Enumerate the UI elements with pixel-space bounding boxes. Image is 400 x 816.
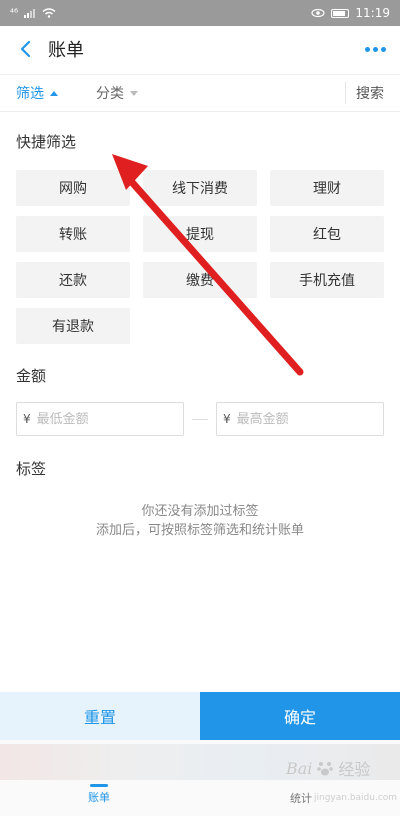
max-amount-field: ¥: [216, 402, 384, 436]
chip-bill-payment[interactable]: 缴费: [143, 262, 257, 298]
reset-button[interactable]: 重置: [0, 692, 200, 740]
chip-online-shopping[interactable]: 网购: [16, 170, 130, 206]
status-right: 11:19: [311, 6, 390, 20]
amount-title: 金额: [16, 367, 47, 385]
tags-empty-line2: 添加后，可按照标签筛选和统计账单: [95, 523, 304, 538]
tab-filter-label: 筛选: [16, 86, 44, 102]
quick-filter-title: 快捷筛选: [16, 133, 77, 151]
status-left: ⁴⁶: [10, 8, 56, 19]
chip-refunded[interactable]: 有退款: [16, 308, 130, 344]
watermark-brand: Bai: [286, 758, 313, 778]
currency-symbol: ¥: [23, 412, 31, 426]
min-amount-input[interactable]: [36, 411, 157, 427]
tab-category-label: 分类: [96, 86, 124, 102]
tab-category[interactable]: 分类: [96, 83, 138, 103]
currency-symbol: ¥: [223, 412, 231, 426]
chip-phone-recharge[interactable]: 手机充值: [270, 262, 384, 298]
watermark-brand-cn: 经验: [338, 760, 371, 779]
status-bar: ⁴⁶ 11:19: [0, 0, 400, 26]
nav-bill-label: 账单: [88, 791, 110, 804]
tags-empty-line1: 你还没有添加过标签: [141, 504, 259, 519]
search-button[interactable]: 搜索: [345, 82, 384, 104]
nav-stats-label: 统计: [290, 792, 312, 805]
caret-up-icon: [50, 90, 58, 96]
chip-red-packet[interactable]: 红包: [270, 216, 384, 252]
min-amount-field: ¥: [16, 402, 184, 436]
eye-icon: [311, 8, 326, 18]
battery-icon: [331, 8, 350, 18]
status-time: 11:19: [355, 6, 390, 20]
max-amount-input[interactable]: [236, 411, 357, 427]
signal-icon: [24, 9, 36, 18]
watermark-url: jingyan.baidu.com: [314, 793, 398, 803]
filter-bar: 筛选 分类 搜索: [0, 74, 400, 112]
signal-label: ⁴⁶: [10, 7, 19, 19]
chip-withdraw[interactable]: 提现: [143, 216, 257, 252]
more-icon[interactable]: [365, 46, 386, 52]
tab-filter[interactable]: 筛选: [16, 83, 58, 103]
paw-icon: [317, 762, 334, 776]
nav-stats[interactable]: 统计: [290, 790, 312, 806]
nav-bill[interactable]: 账单: [88, 784, 110, 805]
page-title: 账单: [48, 40, 84, 61]
app-header: 账单: [0, 26, 400, 72]
range-divider: [192, 418, 208, 420]
caret-down-icon: [130, 90, 138, 96]
wifi-icon: [42, 8, 56, 18]
confirm-button[interactable]: 确定: [200, 692, 400, 740]
chip-repayment[interactable]: 还款: [16, 262, 130, 298]
chip-offline-spending[interactable]: 线下消费: [143, 170, 257, 206]
baidu-watermark: Bai 经验: [286, 756, 370, 780]
chip-finance[interactable]: 理财: [270, 170, 384, 206]
tags-title: 标签: [16, 460, 47, 478]
nav-indicator: [90, 784, 108, 787]
back-icon[interactable]: [14, 38, 36, 60]
quick-filter-chips: 网购 线下消费 理财 转账 提现 红包 还款 缴费 手机充值 有退款: [16, 170, 386, 344]
chip-transfer[interactable]: 转账: [16, 216, 130, 252]
amount-range: ¥ ¥: [16, 402, 386, 436]
